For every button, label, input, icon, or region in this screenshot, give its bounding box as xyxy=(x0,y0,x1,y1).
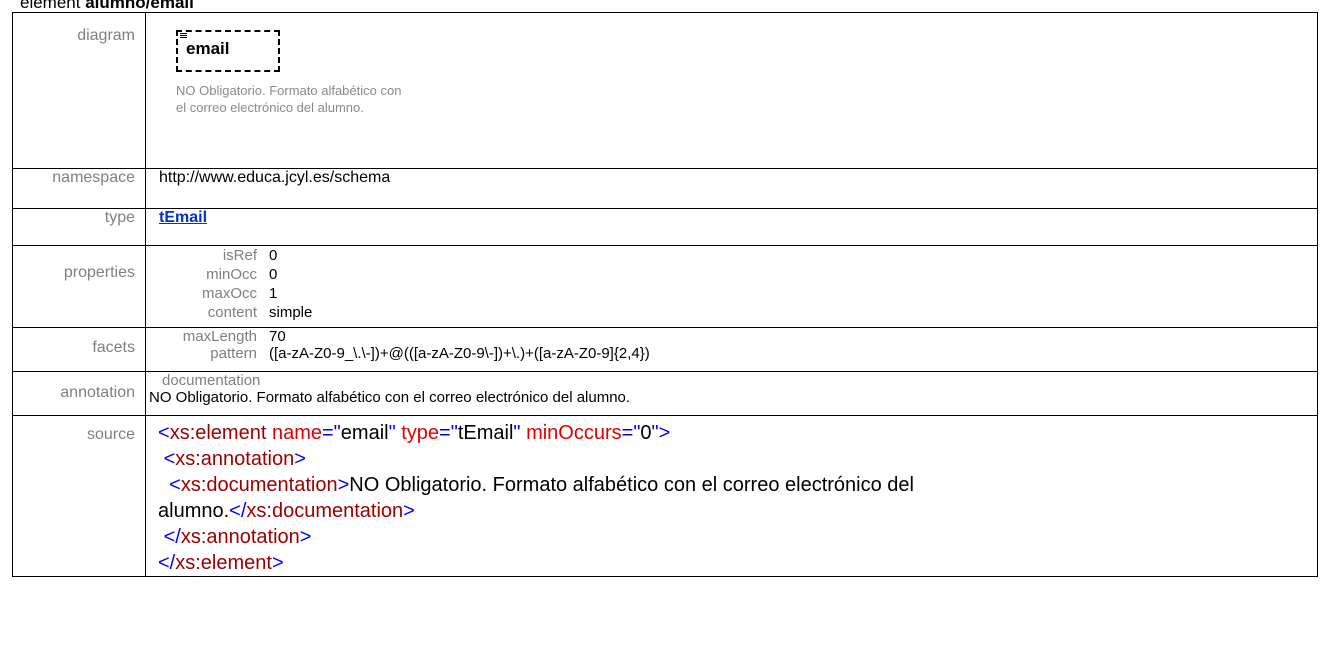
source-line: alumno.</xs:documentation> xyxy=(158,500,415,522)
label-properties: properties xyxy=(12,245,146,328)
facet-key: maxLength xyxy=(182,328,257,345)
label-source: source xyxy=(12,415,146,577)
facet-row: pattern ([a-zA-Z0-9_\.\-])+@(([a-zA-Z0-9\… xyxy=(146,345,1317,362)
property-value: 0 xyxy=(269,247,278,264)
row-annotation: annotation documentation NO Obligatorio.… xyxy=(12,371,1318,416)
row-properties: properties isRef 0 minOcc 0 maxOcc 1 conten… xyxy=(12,245,1318,328)
diagram-documentation: NO Obligatorio. Formato alfabético con e… xyxy=(176,83,402,115)
property-row: minOcc 0 xyxy=(146,265,1317,284)
facet-value: 70 xyxy=(269,328,286,345)
annotation-key: documentation xyxy=(162,372,261,389)
namespace-value: http://www.educa.jcyl.es/schema xyxy=(145,168,1318,209)
source-line: </xs:annotation> xyxy=(163,526,312,548)
annotation-cell: documentation NO Obligatorio. Formato al… xyxy=(145,371,1318,416)
facet-key: pattern xyxy=(210,345,257,362)
row-namespace: namespace http://www.educa.jcyl.es/schem… xyxy=(12,168,1318,209)
heading-prefix: element xyxy=(20,0,86,12)
facets-cell: maxLength 70 pattern ([a-zA-Z0-9_\.\-])+@(… xyxy=(145,327,1318,372)
property-value: 0 xyxy=(269,266,278,283)
label-namespace: namespace xyxy=(12,168,146,209)
row-facets: facets maxLength 70 pattern ([a-zA-Z0-9_\.… xyxy=(12,327,1318,372)
facets-grid: maxLength 70 pattern ([a-zA-Z0-9_\.\-])+@(… xyxy=(146,328,1317,362)
label-type: type xyxy=(12,208,146,246)
properties-grid: isRef 0 minOcc 0 maxOcc 1 content simple xyxy=(146,246,1317,322)
element-doc-table: diagram email NO Obligatorio. Formato al… xyxy=(12,12,1318,577)
facet-value: ([a-zA-Z0-9_\.\-])+@(([a-zA-Z0-9\-])+\.)… xyxy=(269,345,650,362)
property-key: isRef xyxy=(222,247,257,264)
property-value: simple xyxy=(269,304,313,321)
source-line: <xs:annotation> xyxy=(163,448,306,470)
label-annotation: annotation xyxy=(12,371,146,416)
property-key: maxOcc xyxy=(201,285,257,302)
diagram-element-box[interactable]: email xyxy=(176,30,280,72)
diagram-element-name: email xyxy=(186,39,230,58)
label-diagram: diagram xyxy=(12,12,146,169)
label-facets: facets xyxy=(12,327,146,372)
source-line: <xs:documentation>NO Obligatorio. Format… xyxy=(169,474,914,496)
type-link[interactable]: tEmail xyxy=(159,209,207,226)
property-row: isRef 0 xyxy=(146,246,1317,265)
row-type: type tEmail xyxy=(12,208,1318,246)
property-key: content xyxy=(207,304,257,321)
property-row: maxOcc 1 xyxy=(146,284,1317,303)
source-line: <xs:element name="email" type="tEmail" m… xyxy=(158,422,671,444)
property-key: minOcc xyxy=(206,266,257,283)
facet-row: maxLength 70 xyxy=(146,328,1317,345)
row-diagram: diagram email NO Obligatorio. Formato al… xyxy=(12,12,1318,169)
property-value: 1 xyxy=(269,285,278,302)
annotation-text: NO Obligatorio. Formato alfabético con e… xyxy=(149,389,631,406)
source-line: </xs:element> xyxy=(158,552,284,574)
diagram-cell: email NO Obligatorio. Formato alfabético… xyxy=(145,12,1318,169)
heading-element-name: alumno/email xyxy=(85,0,194,12)
source-cell: <xs:element name="email" type="tEmail" m… xyxy=(145,415,1318,577)
property-row: content simple xyxy=(146,303,1317,322)
xml-source: <xs:element name="email" type="tEmail" m… xyxy=(158,416,1317,576)
type-cell: tEmail xyxy=(145,208,1318,246)
properties-cell: isRef 0 minOcc 0 maxOcc 1 content simple xyxy=(145,245,1318,328)
row-source: source <xs:element name="email" type="tE… xyxy=(12,415,1318,577)
